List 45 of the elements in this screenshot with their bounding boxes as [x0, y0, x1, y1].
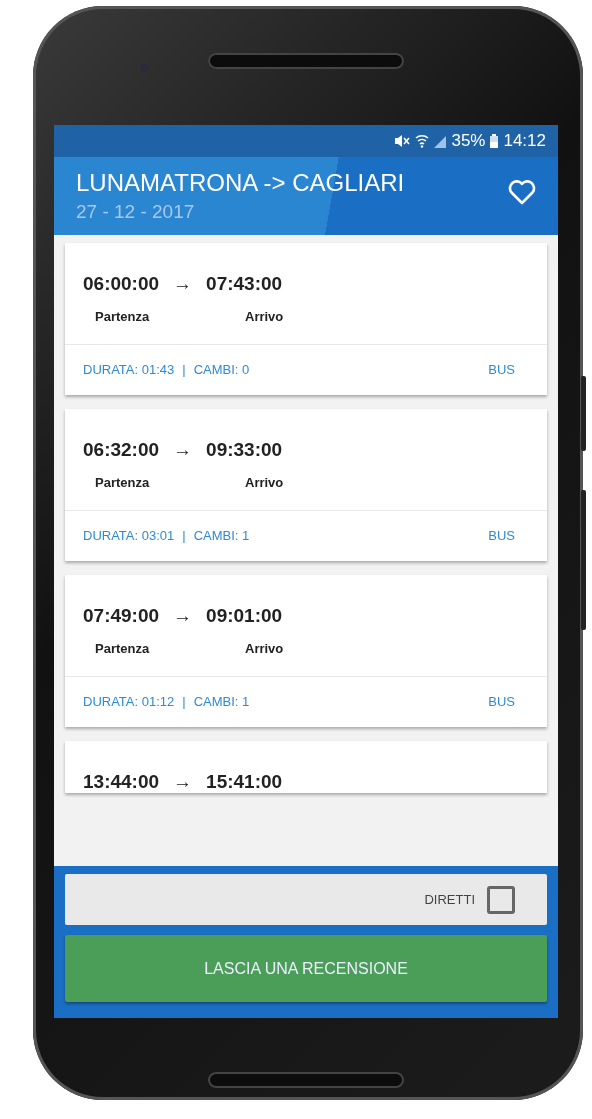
departure-time: 13:44:00: [83, 771, 160, 793]
transport-mode: BUS: [488, 694, 515, 709]
arrival-label: Arrivo: [245, 641, 284, 656]
trip-duration: DURATA: 03:01: [83, 528, 175, 543]
signal-icon: [434, 134, 447, 148]
arrival-label: Arrivo: [245, 475, 284, 490]
transport-mode: BUS: [488, 528, 515, 543]
arrival-time: 09:01:00: [206, 605, 283, 627]
status-time: 14:12: [503, 131, 546, 151]
direct-checkbox[interactable]: [487, 885, 515, 914]
departure-label: Partenza: [95, 641, 151, 656]
arrow-glyph: →: [173, 771, 193, 793]
trip-changes: CAMBI: 0: [193, 362, 250, 377]
departure-time: 07:49:00: [83, 605, 160, 627]
arrival-label: Arrivo: [245, 309, 284, 324]
heart-icon[interactable]: [508, 179, 536, 205]
arrival-time: 15:41:00: [206, 771, 283, 793]
route-title: LUNAMATRONA -> CAGLIARI: [76, 169, 406, 197]
wifi-icon: [415, 134, 430, 148]
trip-card[interactable]: 06:00:00 → 07:43:00 Partenza Arrivo DURATA: 01:43 | CAMBI: 0 BUS: [65, 243, 547, 395]
route-date: 27 - 12 - 2017: [76, 201, 196, 223]
departure-time: 06:32:00: [83, 439, 160, 461]
trip-card[interactable]: 06:32:00 → 09:33:00 Partenza Arrivo DURATA: 03:01 | CAMBI: 1 BUS: [65, 409, 547, 561]
departure-time: 06:00:00: [83, 273, 160, 295]
trip-card[interactable]: 07:49:00 → 09:01:00 Partenza Arrivo DURATA: 01:12 | CAMBI: 1 BUS: [65, 575, 547, 727]
battery-percent: 35%: [451, 131, 486, 151]
arrow-glyph: →: [173, 273, 193, 295]
arrival-time: 07:43:00: [206, 273, 283, 295]
trip-changes: CAMBI: 1: [193, 694, 250, 709]
trip-duration: DURATA: 01:43: [83, 362, 175, 377]
transport-mode: BUS: [488, 362, 515, 377]
separator-glyph: |: [182, 362, 186, 377]
separator-glyph: |: [182, 694, 186, 709]
separator-glyph: |: [182, 528, 186, 543]
trip-changes: CAMBI: 1: [193, 528, 250, 543]
trip-card[interactable]: 13:44:00 → 15:41:00: [65, 741, 547, 793]
arrow-glyph: →: [173, 439, 193, 461]
trip-duration: DURATA: 01:12: [83, 694, 175, 709]
arrival-time: 09:33:00: [206, 439, 283, 461]
mute-icon: [394, 134, 411, 148]
battery-icon: [490, 134, 499, 148]
departure-label: Partenza: [95, 475, 151, 490]
departure-label: Partenza: [95, 309, 151, 324]
arrow-glyph: →: [173, 605, 193, 627]
direct-filter-label: DIRETTI: [424, 892, 475, 907]
